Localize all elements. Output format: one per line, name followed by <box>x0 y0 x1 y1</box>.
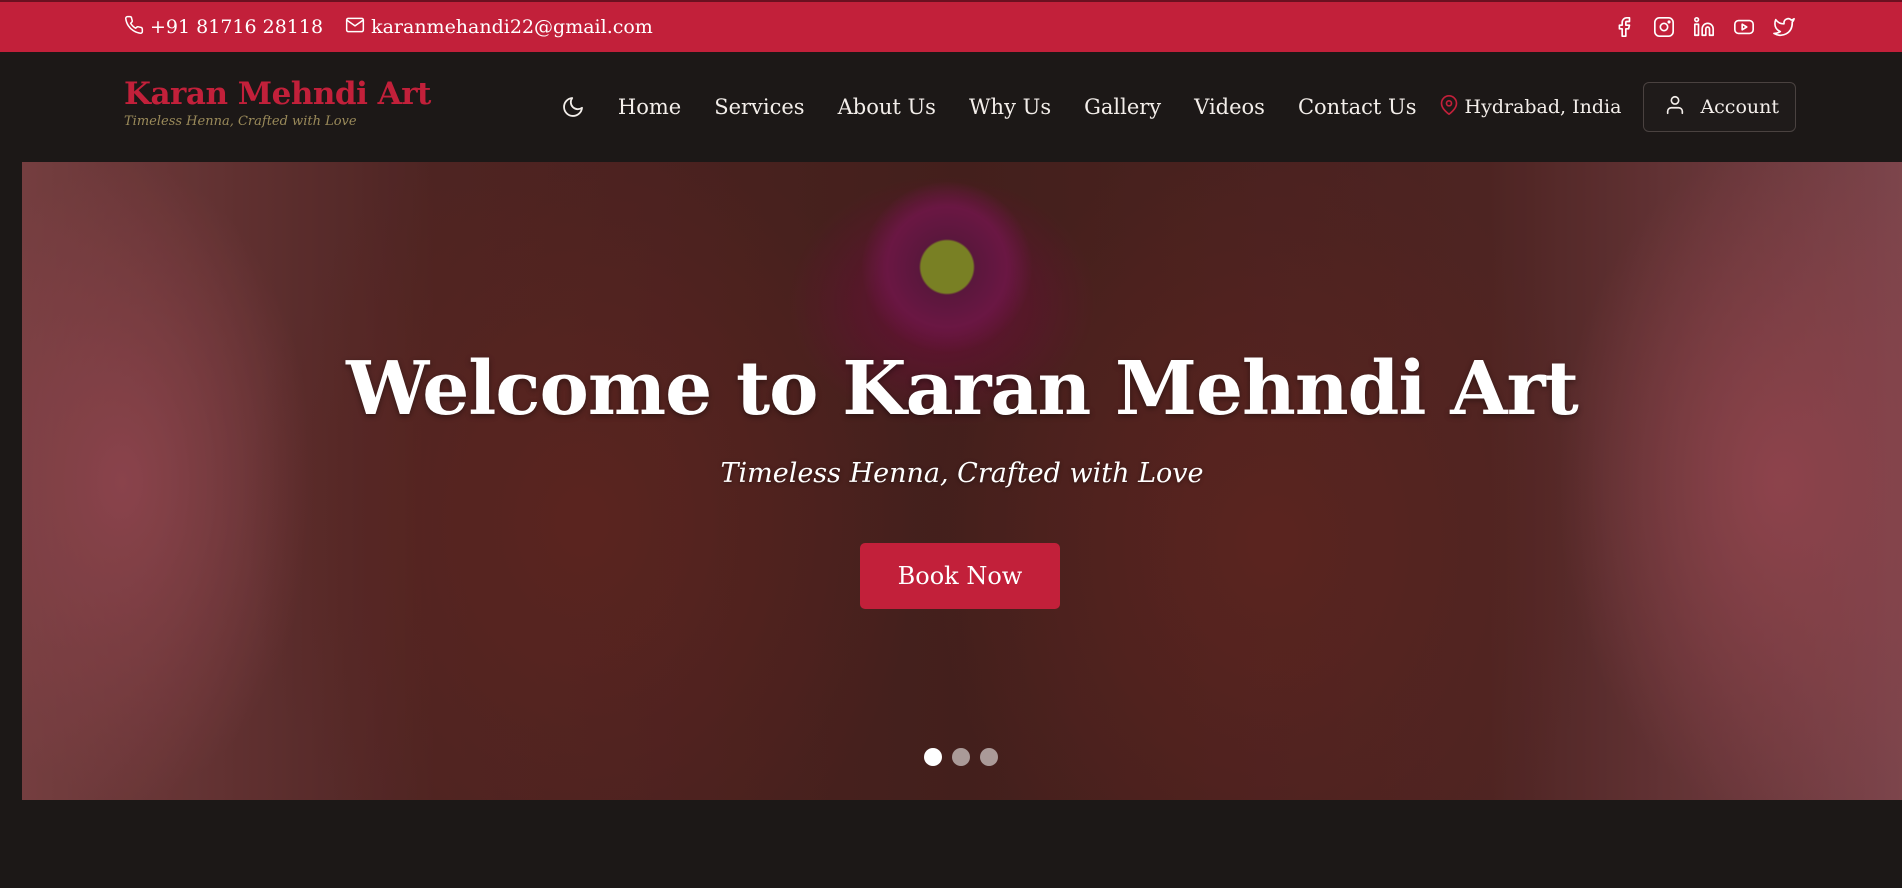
mail-icon <box>345 15 365 40</box>
user-icon <box>1664 94 1686 121</box>
account-label: Account <box>1700 96 1779 118</box>
slider-dots <box>924 748 998 766</box>
main-nav: Home Services About Us Why Us Gallery Vi… <box>560 82 1796 132</box>
instagram-icon[interactable] <box>1652 15 1676 39</box>
location-text: Hydrabad, India <box>1464 96 1622 118</box>
top-bar: +91 81716 28118 karanmehandi22@gmail.com <box>0 0 1902 52</box>
email-address: karanmehandi22@gmail.com <box>371 16 653 38</box>
email-contact[interactable]: karanmehandi22@gmail.com <box>345 15 653 40</box>
location: Hydrabad, India <box>1439 94 1622 120</box>
brand-tagline: Timeless Henna, Crafted with Love <box>124 114 357 129</box>
nav-about-us[interactable]: About Us <box>838 95 936 119</box>
phone-contact[interactable]: +91 81716 28118 <box>124 15 323 40</box>
twitter-icon[interactable] <box>1772 15 1796 39</box>
slider-dot-3[interactable] <box>980 748 998 766</box>
moon-icon[interactable] <box>560 94 586 120</box>
linkedin-icon[interactable] <box>1692 15 1716 39</box>
phone-icon <box>124 15 144 40</box>
nav-videos[interactable]: Videos <box>1194 95 1265 119</box>
nav-home[interactable]: Home <box>618 95 681 119</box>
slider-dot-1[interactable] <box>924 748 942 766</box>
account-button[interactable]: Account <box>1643 82 1796 132</box>
contact-info: +91 81716 28118 karanmehandi22@gmail.com <box>124 15 653 40</box>
hero-slider: Welcome to Karan Mehndi Art Timeless Hen… <box>22 162 1902 800</box>
hero-title: Welcome to Karan Mehndi Art <box>346 346 1579 432</box>
social-links <box>1612 15 1796 39</box>
nav-why-us[interactable]: Why Us <box>969 95 1051 119</box>
nav-gallery[interactable]: Gallery <box>1084 95 1161 119</box>
book-now-button[interactable]: Book Now <box>860 543 1060 609</box>
youtube-icon[interactable] <box>1732 15 1756 39</box>
phone-number: +91 81716 28118 <box>150 16 324 38</box>
facebook-icon[interactable] <box>1612 15 1636 39</box>
nav-services[interactable]: Services <box>714 95 804 119</box>
site-header: Karan Mehndi Art Timeless Henna, Crafted… <box>0 52 1902 162</box>
brand-logo[interactable]: Karan Mehndi Art Timeless Henna, Crafted… <box>124 76 431 129</box>
brand-name: Karan Mehndi Art <box>124 76 431 112</box>
slider-dot-2[interactable] <box>952 748 970 766</box>
hero-subtitle: Timeless Henna, Crafted with Love <box>720 458 1204 489</box>
nav-contact-us[interactable]: Contact Us <box>1298 95 1417 119</box>
map-pin-icon <box>1439 94 1459 120</box>
